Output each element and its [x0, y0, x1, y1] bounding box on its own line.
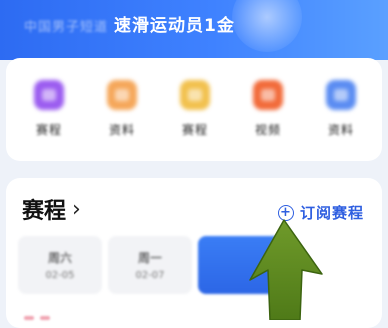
quick-access-row: 赛程 资料 赛程 视频 资料 — [20, 80, 370, 138]
event-indicator — [24, 316, 50, 320]
quick-access-item[interactable]: 资料 — [312, 80, 370, 138]
day-date: 02-07 — [135, 270, 165, 281]
chart-icon — [326, 80, 356, 110]
quick-access-label: 赛程 — [181, 123, 208, 137]
quick-access-label: 视频 — [254, 123, 281, 137]
quick-access-label: 赛程 — [35, 123, 62, 137]
book-icon — [107, 80, 137, 110]
banner-decoration — [232, 0, 302, 52]
banner-title: 速滑运动员1金 — [114, 16, 235, 36]
quick-access-item[interactable]: 赛程 — [20, 80, 78, 138]
schedule-title: 赛程 — [22, 199, 67, 224]
quick-access-item[interactable]: 资料 — [93, 80, 151, 138]
quick-access-label: 资料 — [108, 123, 135, 137]
quick-access-item[interactable]: 赛程 — [166, 80, 224, 138]
plus-circle-icon: + — [277, 204, 294, 221]
chevron-right-icon: › — [72, 196, 81, 222]
banner-subtitle: 中国男子短道 — [24, 20, 109, 35]
day-name: 周一 — [137, 251, 162, 265]
trophy-icon — [180, 80, 210, 110]
indicator-dot — [40, 316, 50, 320]
calendar-icon — [34, 80, 64, 110]
quick-access-label: 资料 — [327, 123, 354, 137]
quick-access-item[interactable]: 视频 — [239, 80, 297, 138]
indicator-dot — [24, 316, 34, 320]
day-name: 周六 — [47, 251, 72, 265]
day-tab[interactable]: 周六 02-05 — [18, 236, 102, 294]
video-icon — [253, 80, 283, 110]
day-tab-selected[interactable] — [198, 236, 282, 294]
subscribe-label: 订阅赛程 — [299, 204, 364, 222]
day-date: 02-05 — [45, 270, 75, 281]
quick-access-card: 赛程 资料 赛程 视频 资料 — [6, 58, 382, 161]
schedule-card: 赛程 › + 订阅赛程 周六 02-05 周一 02-07 — [6, 178, 382, 328]
schedule-header[interactable]: 赛程 › — [22, 193, 81, 225]
subscribe-schedule-button[interactable]: + 订阅赛程 — [277, 202, 364, 223]
day-tab[interactable]: 周一 02-07 — [108, 236, 192, 294]
header-banner[interactable]: 中国男子短道 速滑运动员1金 — [0, 0, 388, 60]
schedule-day-tabs: 周六 02-05 周一 02-07 — [18, 236, 372, 294]
banner-headline: 中国男子短道 速滑运动员1金 — [24, 11, 235, 36]
